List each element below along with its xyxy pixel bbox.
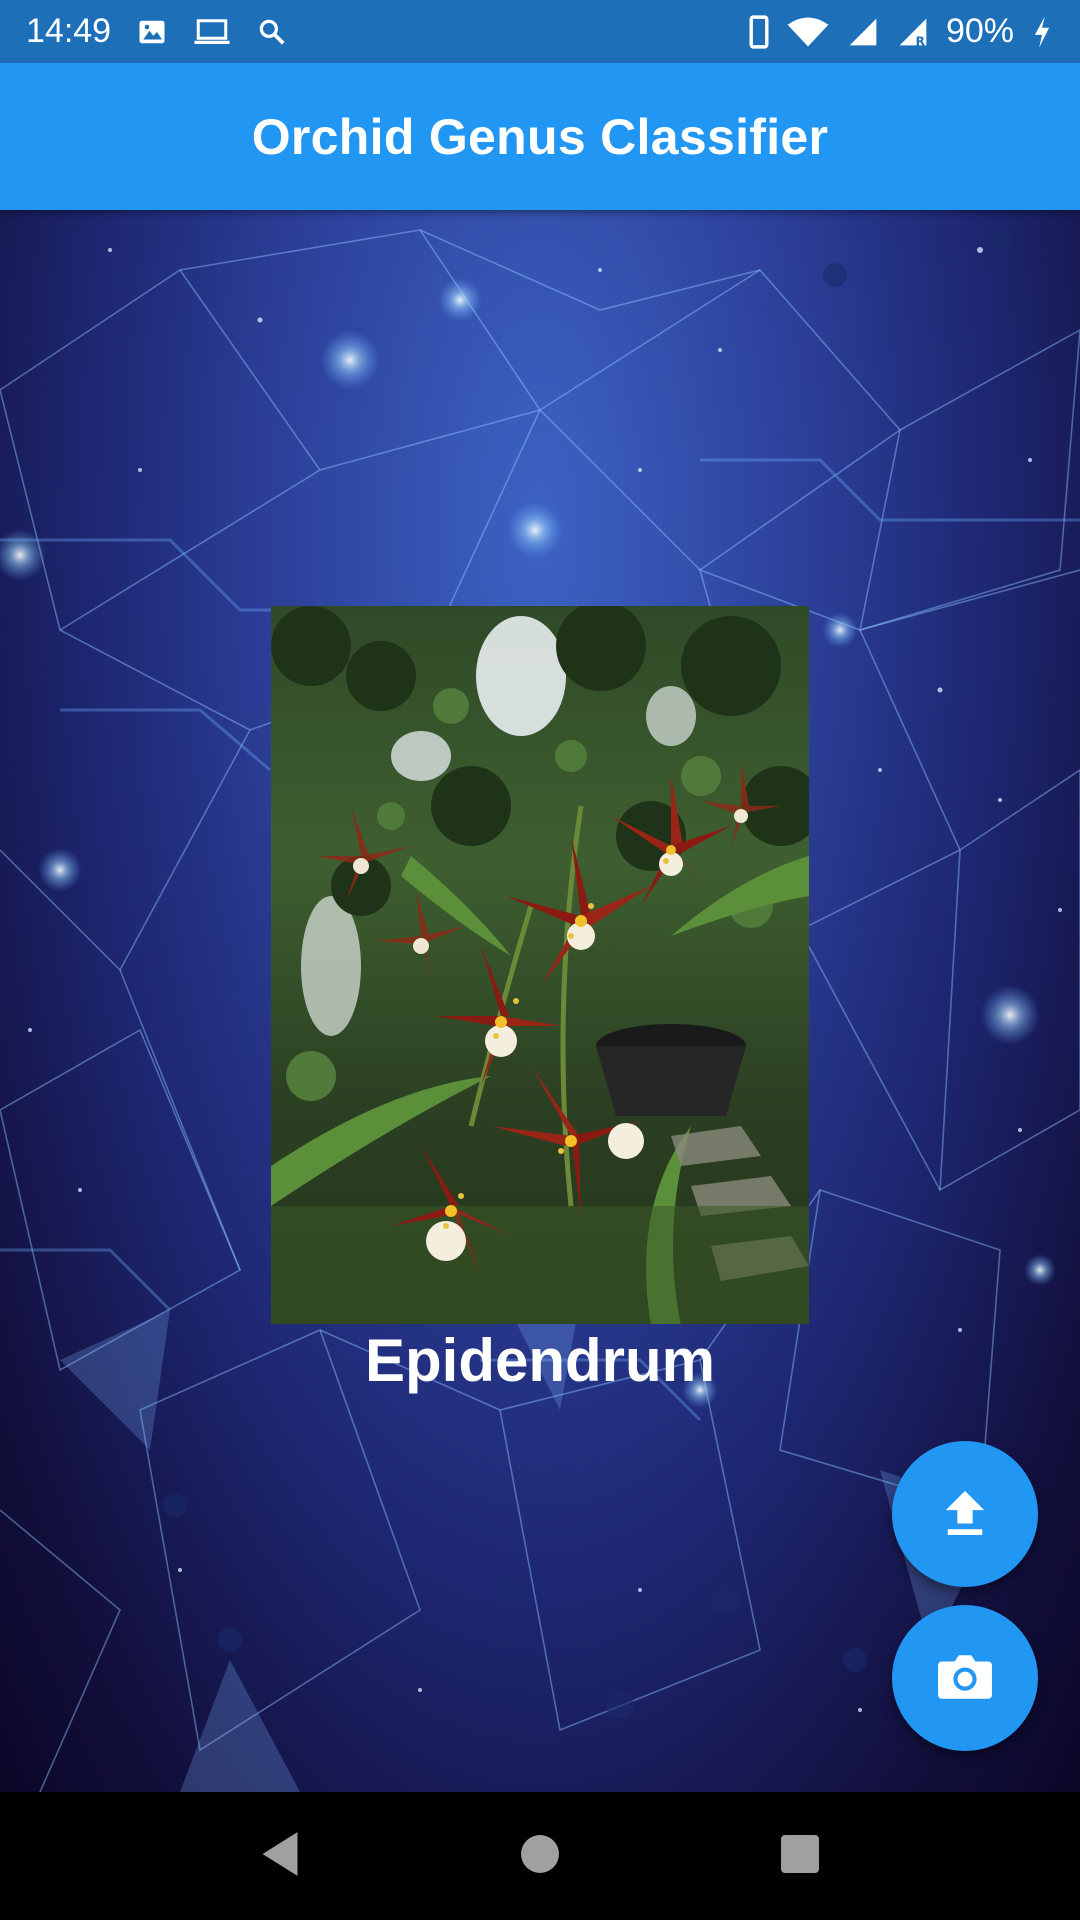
phone-icon xyxy=(748,14,770,49)
screen: 14:49 R 90% Orchid Genus Classifier Epid… xyxy=(0,0,1080,1920)
signal-icon xyxy=(846,16,880,48)
status-right: R 90% xyxy=(748,12,1054,51)
classification-result-label: Epidendrum xyxy=(364,1327,715,1394)
search-icon xyxy=(257,17,287,47)
signal-roaming-icon: R xyxy=(896,16,930,48)
laptop-icon xyxy=(193,17,231,47)
orchid-photo xyxy=(271,606,809,1324)
status-bar: 14:49 R 90% xyxy=(0,0,1080,63)
status-left: 14:49 xyxy=(26,12,287,51)
back-icon xyxy=(258,1830,302,1883)
recents-button[interactable] xyxy=(760,1816,840,1896)
upload-button[interactable] xyxy=(892,1441,1038,1587)
back-button[interactable] xyxy=(240,1816,320,1896)
app-bar: Orchid Genus Classifier xyxy=(0,63,1080,210)
app-title: Orchid Genus Classifier xyxy=(251,108,829,165)
home-icon xyxy=(520,1834,560,1879)
image-icon xyxy=(137,17,167,47)
home-button[interactable] xyxy=(500,1816,580,1896)
battery-percent: 90% xyxy=(945,12,1014,50)
upload-icon xyxy=(942,1487,988,1542)
navigation-bar xyxy=(0,1792,1080,1920)
camera-icon xyxy=(936,1651,994,1706)
camera-button[interactable] xyxy=(892,1605,1038,1751)
status-time: 14:49 xyxy=(26,12,112,50)
recents-icon xyxy=(780,1834,820,1879)
svg-text:R: R xyxy=(916,34,925,48)
wifi-icon xyxy=(786,16,830,48)
battery-charging-icon xyxy=(1030,15,1054,49)
